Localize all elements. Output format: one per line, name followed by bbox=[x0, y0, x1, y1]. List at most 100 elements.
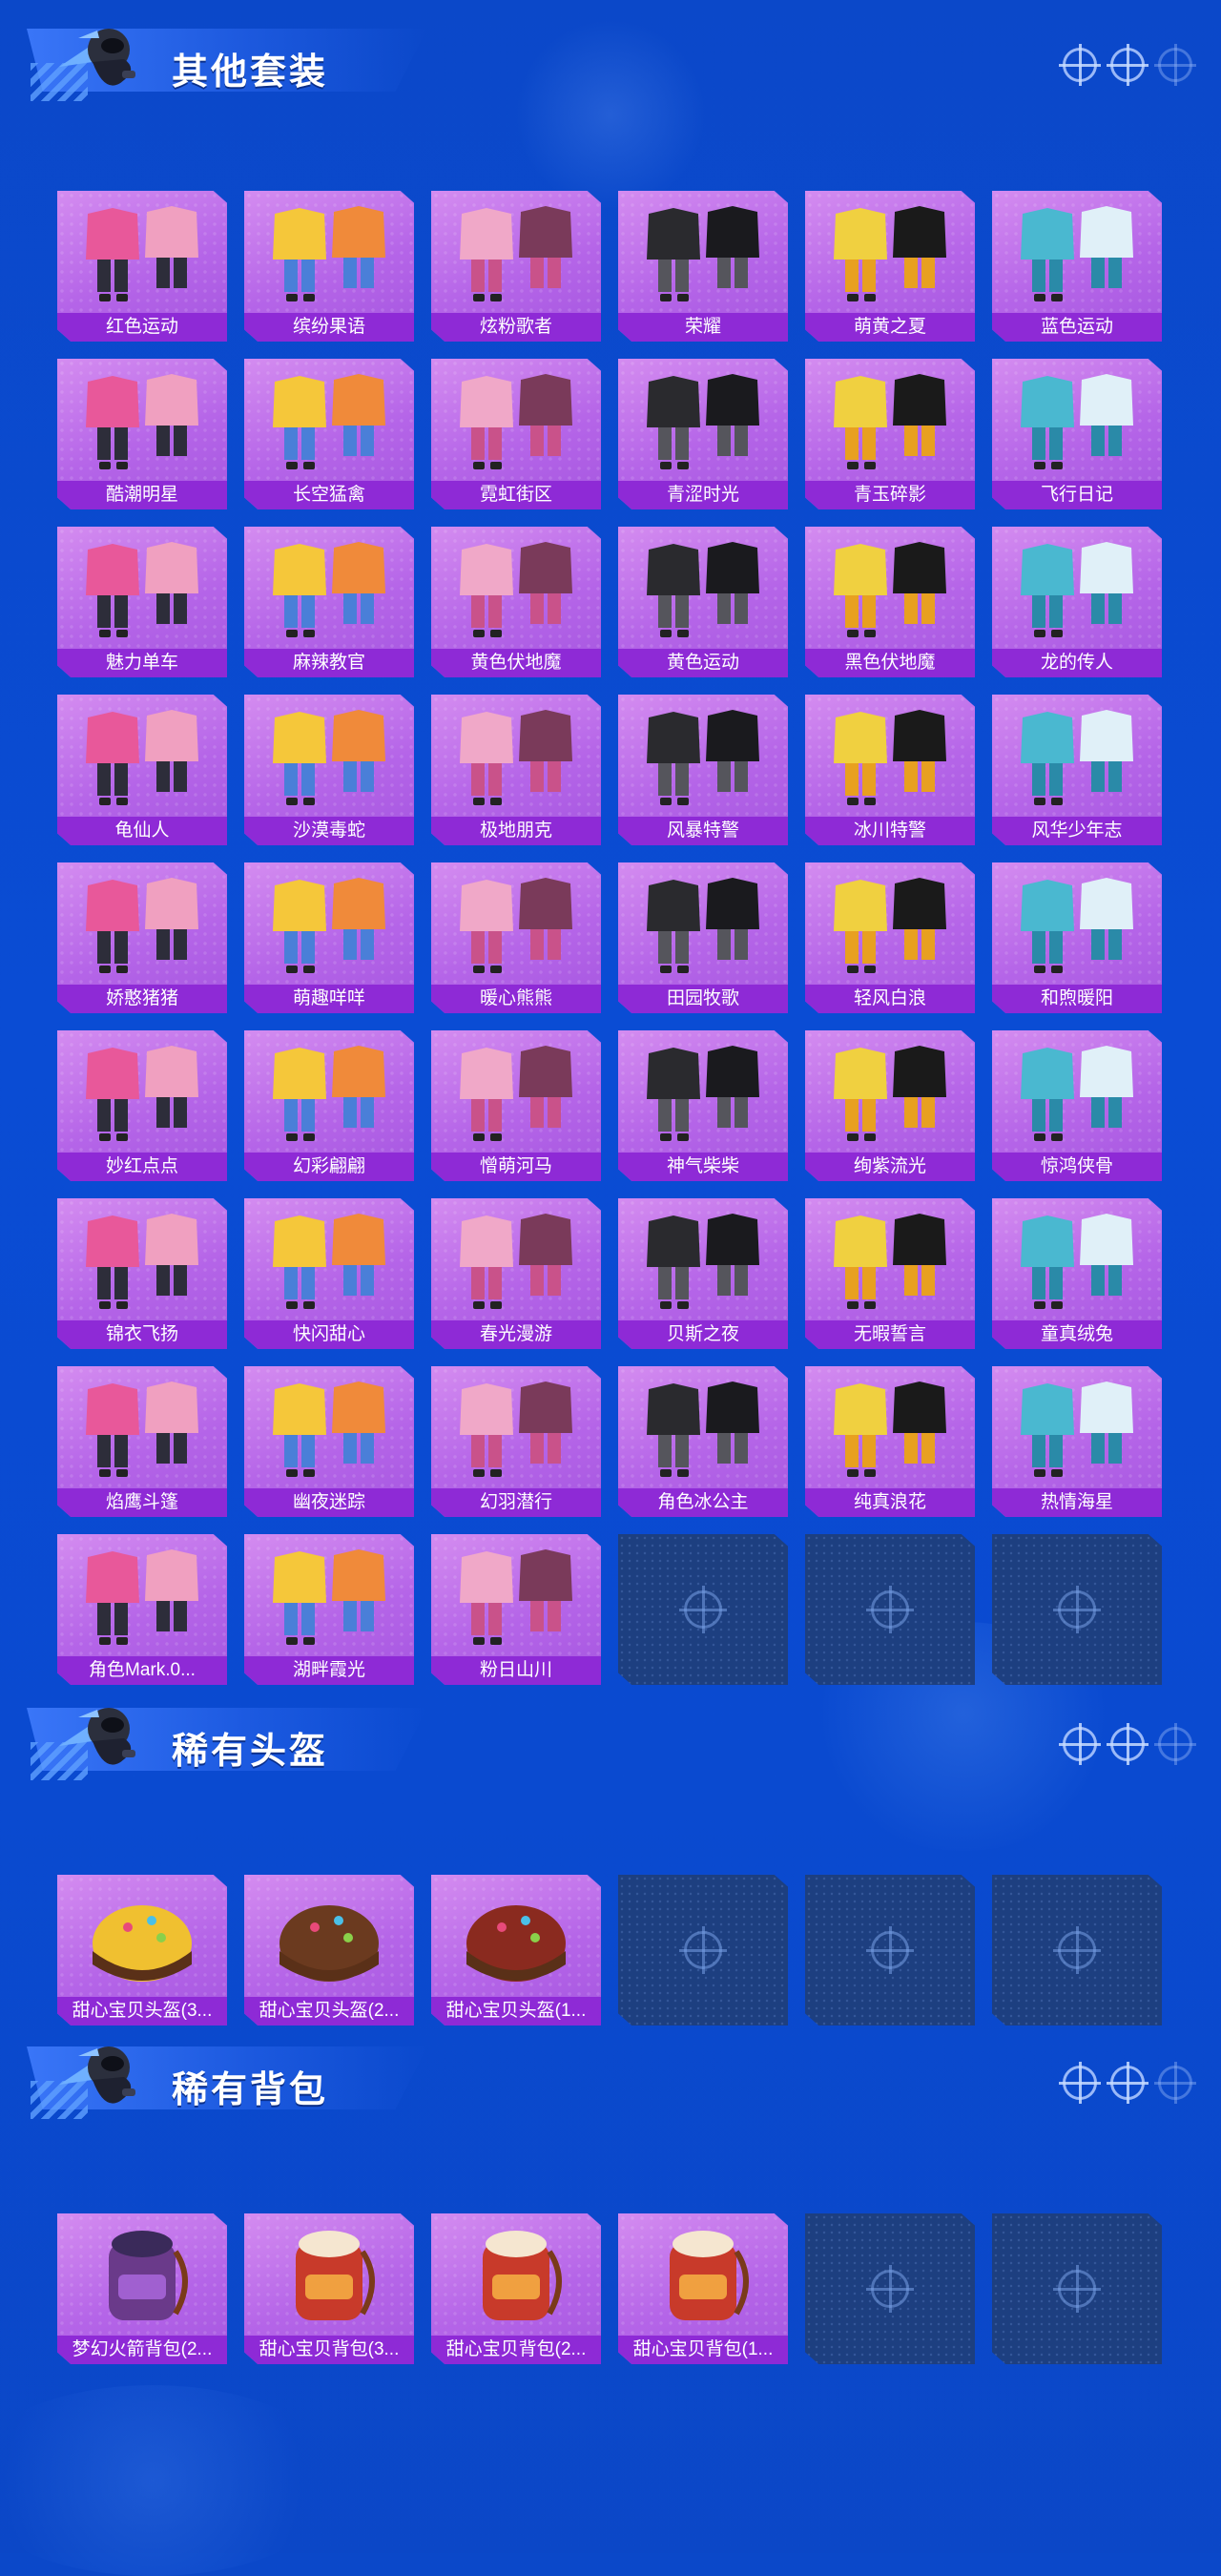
section-title: 稀有背包 bbox=[172, 2070, 329, 2110]
item-card[interactable]: 热情海星 bbox=[992, 1366, 1162, 1517]
mascot-icon bbox=[50, 1689, 155, 1794]
item-card[interactable]: 焰鹰斗篷 bbox=[57, 1366, 227, 1517]
item-card[interactable]: 青玉碎影 bbox=[805, 359, 975, 509]
item-card[interactable]: 冰川特警 bbox=[805, 695, 975, 845]
item-card[interactable]: 沙漠毒蛇 bbox=[244, 695, 414, 845]
outfit-icon bbox=[631, 704, 775, 809]
outfit-icon bbox=[445, 1040, 588, 1145]
outfit-icon bbox=[818, 1208, 962, 1313]
helmet-icon bbox=[258, 1884, 401, 1989]
header-icons bbox=[1059, 44, 1196, 86]
item-card[interactable]: 青涩时光 bbox=[618, 359, 788, 509]
item-card[interactable]: 绚紫流光 bbox=[805, 1030, 975, 1181]
item-label: 炫粉歌者 bbox=[431, 313, 601, 342]
item-label: 绚紫流光 bbox=[805, 1153, 975, 1181]
item-card[interactable]: 甜心宝贝背包(2... bbox=[431, 2213, 601, 2364]
section-header: 稀有背包 bbox=[0, 2018, 1221, 2123]
outfit-icon bbox=[1005, 1208, 1149, 1313]
item-label: 幻羽潜行 bbox=[431, 1488, 601, 1517]
item-card[interactable]: 麻辣教官 bbox=[244, 527, 414, 677]
item-card[interactable]: 甜心宝贝头盔(1... bbox=[431, 1875, 601, 2025]
item-card[interactable]: 快闪甜心 bbox=[244, 1198, 414, 1349]
item-card[interactable]: 角色Mark.0... bbox=[57, 1534, 227, 1685]
item-card[interactable]: 纯真浪花 bbox=[805, 1366, 975, 1517]
item-card[interactable]: 田园牧歌 bbox=[618, 862, 788, 1013]
item-label: 缤纷果语 bbox=[244, 313, 414, 342]
item-label: 梦幻火箭背包(2... bbox=[57, 2336, 227, 2364]
item-card[interactable]: 神气柴柴 bbox=[618, 1030, 788, 1181]
item-card[interactable]: 飞行日记 bbox=[992, 359, 1162, 509]
item-card[interactable]: 荣耀 bbox=[618, 191, 788, 342]
item-card[interactable]: 甜心宝贝头盔(3... bbox=[57, 1875, 227, 2025]
item-card[interactable]: 炫粉歌者 bbox=[431, 191, 601, 342]
outfit-icon bbox=[631, 200, 775, 305]
item-card[interactable]: 红色运动 bbox=[57, 191, 227, 342]
crosshair-icon bbox=[1059, 44, 1101, 86]
item-card[interactable]: 梦幻火箭背包(2... bbox=[57, 2213, 227, 2364]
outfit-icon bbox=[71, 1208, 214, 1313]
item-card[interactable]: 幻羽潜行 bbox=[431, 1366, 601, 1517]
item-card[interactable]: 龙的传人 bbox=[992, 527, 1162, 677]
item-label: 红色运动 bbox=[57, 313, 227, 342]
item-label: 飞行日记 bbox=[992, 481, 1162, 509]
item-card[interactable]: 春光漫游 bbox=[431, 1198, 601, 1349]
outfit-icon bbox=[631, 536, 775, 641]
item-card[interactable]: 黄色运动 bbox=[618, 527, 788, 677]
crosshair-icon bbox=[1154, 44, 1196, 86]
item-card[interactable]: 憎萌河马 bbox=[431, 1030, 601, 1181]
item-grid: 甜心宝贝头盔(3... 甜心宝贝头盔(2... 甜心宝贝头盔(1... bbox=[57, 1875, 1162, 2025]
item-card[interactable]: 黄色伏地魔 bbox=[431, 527, 601, 677]
item-card[interactable]: 惊鸿侠骨 bbox=[992, 1030, 1162, 1181]
item-card[interactable]: 风暴特警 bbox=[618, 695, 788, 845]
item-grid: 红色运动 缤纷果语 炫粉歌者 荣耀 萌黄之夏 蓝色运动酷潮明星 长空猛禽 霓虹街区 青涩时光 青玉… bbox=[57, 191, 1162, 1685]
item-card[interactable]: 长空猛禽 bbox=[244, 359, 414, 509]
item-card[interactable]: 酷潮明星 bbox=[57, 359, 227, 509]
item-card[interactable]: 风华少年志 bbox=[992, 695, 1162, 845]
item-card[interactable]: 甜心宝贝背包(1... bbox=[618, 2213, 788, 2364]
item-card[interactable]: 黑色伏地魔 bbox=[805, 527, 975, 677]
item-label: 憎萌河马 bbox=[431, 1153, 601, 1181]
section-header: 其他套装 bbox=[0, 0, 1221, 105]
item-card[interactable]: 萌趣咩咩 bbox=[244, 862, 414, 1013]
item-card[interactable]: 湖畔霞光 bbox=[244, 1534, 414, 1685]
item-card[interactable]: 蓝色运动 bbox=[992, 191, 1162, 342]
item-label: 蓝色运动 bbox=[992, 313, 1162, 342]
empty-slot bbox=[805, 1534, 975, 1685]
item-card[interactable]: 萌黄之夏 bbox=[805, 191, 975, 342]
outfit-icon bbox=[71, 1544, 214, 1649]
helmet-icon bbox=[71, 1884, 214, 1989]
item-card[interactable]: 轻风白浪 bbox=[805, 862, 975, 1013]
crosshair-icon bbox=[1154, 2062, 1196, 2104]
backpack-icon bbox=[631, 2223, 775, 2328]
item-card[interactable]: 角色冰公主 bbox=[618, 1366, 788, 1517]
item-card[interactable]: 魅力单车 bbox=[57, 527, 227, 677]
item-card[interactable]: 幻彩翩翩 bbox=[244, 1030, 414, 1181]
item-card[interactable]: 贝斯之夜 bbox=[618, 1198, 788, 1349]
outfit-icon bbox=[445, 200, 588, 305]
item-card[interactable]: 童真绒兔 bbox=[992, 1198, 1162, 1349]
item-card[interactable]: 甜心宝贝背包(3... bbox=[244, 2213, 414, 2364]
item-card[interactable]: 暖心熊熊 bbox=[431, 862, 601, 1013]
item-label: 黄色伏地魔 bbox=[431, 649, 601, 677]
item-card[interactable]: 锦衣飞扬 bbox=[57, 1198, 227, 1349]
crosshair-icon bbox=[1053, 1926, 1101, 1974]
item-card[interactable]: 甜心宝贝头盔(2... bbox=[244, 1875, 414, 2025]
item-card[interactable]: 龟仙人 bbox=[57, 695, 227, 845]
backpack-icon bbox=[445, 2223, 588, 2328]
item-label: 热情海星 bbox=[992, 1488, 1162, 1517]
outfit-icon bbox=[1005, 1376, 1149, 1481]
item-card[interactable]: 娇憨猪猪 bbox=[57, 862, 227, 1013]
item-card[interactable]: 无暇誓言 bbox=[805, 1198, 975, 1349]
crosshair-icon bbox=[1053, 2265, 1101, 2313]
outfit-icon bbox=[71, 536, 214, 641]
item-label: 甜心宝贝背包(3... bbox=[244, 2336, 414, 2364]
item-card[interactable]: 缤纷果语 bbox=[244, 191, 414, 342]
item-card[interactable]: 幽夜迷踪 bbox=[244, 1366, 414, 1517]
item-card[interactable]: 极地朋克 bbox=[431, 695, 601, 845]
item-card[interactable]: 粉日山川 bbox=[431, 1534, 601, 1685]
section-title: 稀有头盔 bbox=[172, 1732, 329, 1772]
item-card[interactable]: 霓虹街区 bbox=[431, 359, 601, 509]
item-label: 田园牧歌 bbox=[618, 985, 788, 1013]
item-card[interactable]: 和煦暖阳 bbox=[992, 862, 1162, 1013]
item-card[interactable]: 妙红点点 bbox=[57, 1030, 227, 1181]
